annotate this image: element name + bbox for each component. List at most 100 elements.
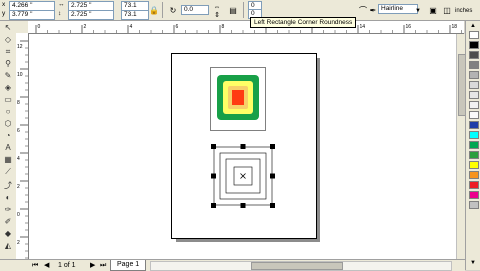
blend-tool-icon[interactable]: ◐ — [2, 193, 14, 203]
selection-handle[interactable] — [240, 144, 246, 149]
height-icon: ↕ — [58, 10, 62, 17]
rectangle-tool-icon[interactable]: ▭ — [2, 95, 14, 105]
color-swatch[interactable] — [469, 91, 479, 99]
palette-up-icon[interactable]: ▲ — [470, 23, 476, 29]
ruler-tick-label: 4 — [17, 156, 20, 162]
zoom-tool-icon[interactable]: ⚲ — [2, 59, 14, 69]
crop-tool-icon[interactable]: ⌗ — [2, 47, 14, 57]
rotate-icon: ↻ — [169, 6, 177, 15]
interactive-fill-icon[interactable]: ◭ — [2, 241, 14, 251]
width-icon: ↔ — [58, 1, 65, 8]
ruler-tick-label: 6 — [17, 128, 20, 134]
selection-handle[interactable] — [270, 144, 275, 149]
units-label: inches — [455, 8, 473, 14]
ruler-tick-label: 2 — [17, 184, 20, 190]
ruler-tick-label: 4 — [130, 24, 133, 30]
last-page-icon[interactable]: ⏭ — [100, 261, 106, 270]
selection-handle[interactable] — [240, 203, 246, 208]
color-swatch[interactable] — [469, 201, 479, 209]
chevron-down-icon[interactable]: ▼ — [411, 4, 425, 18]
ellipse-tool-icon[interactable]: ○ — [2, 107, 14, 117]
next-page-icon[interactable]: ▶ — [90, 261, 95, 270]
ruler-tick-label: 0 — [17, 212, 20, 218]
selection-handle[interactable] — [211, 173, 216, 179]
shape-tool-icon[interactable]: ◇ — [2, 35, 14, 45]
color-swatch[interactable] — [469, 31, 479, 39]
eyedropper-icon[interactable]: ✑ — [2, 205, 14, 215]
angle-field[interactable]: 0.0 — [181, 5, 209, 15]
ruler-tick-label: 2 — [84, 24, 87, 30]
document-navigator: ⏮ ◀ 1 of 1 ▶ ⏭ Page 1 — [0, 259, 465, 271]
ruler-tick-label: 10 — [17, 72, 23, 78]
scrollbar-thumb[interactable] — [251, 262, 343, 270]
lock-ratio-icon[interactable]: 🔒 — [147, 4, 161, 18]
toolbar-separator — [243, 2, 244, 18]
color-swatch[interactable] — [469, 41, 479, 49]
dimension-tool-icon[interactable]: ⟋ — [2, 167, 14, 177]
color-swatch[interactable] — [469, 51, 479, 59]
y-position-field[interactable]: 3.779 " — [9, 10, 55, 20]
ruler-tick-label: 16 — [406, 24, 412, 30]
selection-handle[interactable] — [270, 173, 275, 179]
color-swatch[interactable] — [469, 171, 479, 179]
selection-handle[interactable] — [211, 203, 216, 208]
polygon-tool-icon[interactable]: ⬡ — [2, 119, 14, 129]
pick-tool-icon[interactable]: ↖ — [2, 23, 14, 33]
outline-tool-icon[interactable]: ✐ — [2, 217, 14, 227]
send-to-back-icon[interactable]: ▣ — [426, 4, 440, 18]
ruler-tick-label: 8 — [222, 24, 225, 30]
color-swatch[interactable] — [469, 181, 479, 189]
smart-fill-icon[interactable]: ◈ — [2, 83, 14, 93]
toolbox: ↖ ◇ ⌗ ⚲ ✎ ◈ ▭ ○ ⬡ ◔ A ▦ ⟋ ⤴ ◐ ✑ ✐ ◆ ◭ — [0, 21, 17, 259]
color-swatch[interactable] — [469, 141, 479, 149]
color-swatch[interactable] — [469, 111, 479, 119]
ruler-tick-label: 12 — [17, 44, 23, 50]
ruler-tick-label: 6 — [176, 24, 179, 30]
color-swatch[interactable] — [469, 101, 479, 109]
text-tool-icon[interactable]: A — [2, 143, 14, 153]
color-swatch[interactable] — [469, 61, 479, 69]
ruler-tick-label: 8 — [17, 100, 20, 106]
previous-page-icon[interactable]: ◀ — [44, 261, 49, 270]
tooltip: Left Rectangle Corner Roundness — [250, 17, 357, 28]
vertical-ruler-ticks: 12 10 8 6 4 2 0 2 — [17, 40, 28, 259]
center-red-square[interactable] — [232, 90, 244, 105]
color-swatch[interactable] — [469, 71, 479, 79]
x-label: x — [2, 1, 6, 8]
vertical-scrollbar[interactable] — [456, 34, 466, 259]
color-swatch[interactable] — [469, 161, 479, 169]
color-swatch[interactable] — [469, 131, 479, 139]
selected-squares-artwork[interactable] — [210, 142, 276, 210]
ruler-tick-label: 14 — [360, 24, 366, 30]
nested-squares-artwork[interactable] — [210, 67, 266, 131]
connector-tool-icon[interactable]: ⤴ — [2, 181, 14, 191]
bring-forward-icon[interactable]: ◫ — [440, 4, 454, 18]
vertical-ruler[interactable]: 12 10 8 6 4 2 0 2 — [16, 33, 29, 259]
freehand-tool-icon[interactable]: ✎ — [2, 71, 14, 81]
height-field[interactable]: 2.725 " — [68, 10, 114, 20]
selection-handle[interactable] — [211, 144, 216, 149]
basic-shapes-icon[interactable]: ◔ — [2, 131, 14, 141]
fill-tool-icon[interactable]: ◆ — [2, 229, 14, 239]
palette-down-icon[interactable]: ▼ — [470, 260, 476, 266]
color-swatch[interactable] — [469, 121, 479, 129]
selection-handle[interactable] — [270, 203, 275, 208]
color-palette: ▲ ▼ — [465, 21, 480, 270]
color-swatch[interactable] — [469, 191, 479, 199]
y-label: y — [2, 10, 6, 17]
property-bar: x 4.266 " y 3.779 " ↔ 2.725 " ↕ 2.725 " … — [0, 0, 480, 21]
table-tool-icon[interactable]: ▦ — [2, 155, 14, 165]
ruler-tick-label: 2 — [17, 240, 20, 246]
first-page-icon[interactable]: ⏮ — [32, 261, 38, 270]
toolbar-separator — [162, 2, 163, 18]
page-tab[interactable]: Page 1 — [110, 260, 147, 271]
wrap-text-icon[interactable]: ▤ — [226, 4, 240, 18]
color-swatch[interactable] — [469, 81, 479, 89]
color-swatch[interactable] — [469, 151, 479, 159]
horizontal-ruler-ticks: 024681012141618 — [35, 24, 462, 33]
ruler-tick-label: 0 — [38, 24, 41, 30]
page-count: 1 of 1 — [58, 262, 76, 269]
scale-y-field[interactable]: 73.1 — [121, 10, 149, 20]
horizontal-ruler[interactable]: 024681012141618 — [28, 21, 464, 34]
ruler-tick-label: 18 — [452, 24, 458, 30]
